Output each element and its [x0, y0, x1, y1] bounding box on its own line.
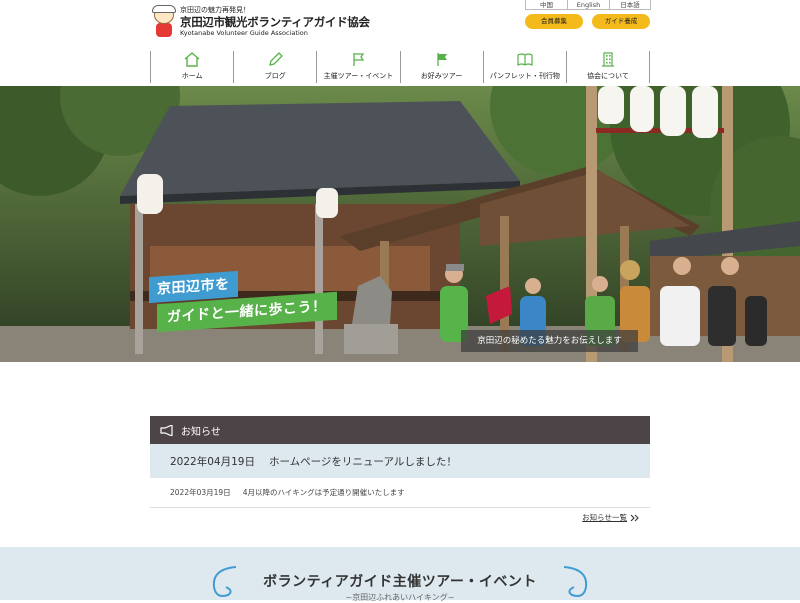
double-chevron-right-icon: [630, 514, 639, 521]
shrine-photo: [0, 86, 800, 362]
logo-subtitle: Kyotanabe Volunteer Guide Association: [180, 29, 308, 37]
global-nav: ホーム ブログ 主催ツアー・イベント お好みツアー パンフレット・刊行物 協会に…: [150, 51, 651, 83]
flag-icon: [353, 53, 365, 66]
news-header: お知らせ: [150, 416, 650, 444]
news-heading: お知らせ: [181, 426, 221, 438]
nav-item-about[interactable]: 協会について: [567, 51, 651, 83]
pencil-icon: [269, 52, 284, 66]
nav-item-custom-tour[interactable]: お好みツアー: [401, 51, 484, 83]
mascot-logo-icon: [152, 5, 176, 38]
news-title[interactable]: ホームページをリニューアルしました！: [269, 454, 457, 469]
logo-tagline: 京田辺の魅力再発見！: [180, 6, 250, 14]
language-switcher: 中国 English 日本語: [525, 0, 651, 10]
tour-section-title: ボランティアガイド主催ツアー・イベント: [263, 574, 537, 590]
tour-section: ボランティアガイド主催ツアー・イベント ~京田辺ふれあいハイキング~: [0, 547, 800, 602]
news-item[interactable]: 2022年03月19日 4月以降のハイキングは予定通り開催いたします: [150, 478, 650, 508]
home-icon: [184, 52, 200, 67]
tour-section-subtitle: ~京田辺ふれあいハイキング~: [345, 593, 455, 602]
member-recruit-button[interactable]: 会員募集: [525, 14, 583, 29]
guide-training-button[interactable]: ガイド養成: [592, 14, 650, 29]
lang-english[interactable]: English: [567, 0, 609, 10]
news-date: 2022年03月19日: [170, 488, 231, 497]
news-section: お知らせ 2022年04月19日 ホームページをリニューアルしました！ 2022…: [150, 416, 650, 522]
news-title[interactable]: 4月以降のハイキングは予定通り開催いたします: [243, 487, 405, 498]
flag-filled-icon: [436, 53, 447, 66]
news-item[interactable]: 2022年04月19日 ホームページをリニューアルしました！: [150, 444, 650, 478]
news-list-label: お知らせ一覧: [582, 513, 627, 522]
megaphone-icon: [160, 424, 173, 436]
news-date: 2022年04月19日: [170, 455, 255, 468]
lang-japanese[interactable]: 日本語: [609, 0, 651, 10]
nav-item-blog[interactable]: ブログ: [234, 51, 318, 83]
lang-chinese[interactable]: 中国: [525, 0, 567, 10]
site-header: 京田辺の魅力再発見！ 京田辺市観光ボランティアガイド協会 Kyotanabe V…: [0, 0, 800, 86]
logo-title: 京田辺市観光ボランティアガイド協会: [180, 15, 370, 29]
nav-item-tours-events[interactable]: 主催ツアー・イベント: [317, 51, 401, 83]
nav-item-pamphlets[interactable]: パンフレット・刊行物: [484, 51, 567, 83]
news-list-link[interactable]: お知らせ一覧: [582, 512, 640, 523]
site-logo[interactable]: 京田辺の魅力再発見！ 京田辺市観光ボランティアガイド協会 Kyotanabe V…: [152, 5, 392, 40]
hero-tagline-band: 京田辺の秘めたる魅力をお伝えします: [461, 330, 638, 352]
building-icon: [601, 52, 614, 67]
hero-banner: 京田辺市を ガイドと一緒に歩こう！ 京田辺の秘めたる魅力をお伝えします: [0, 86, 800, 362]
book-icon: [517, 53, 533, 66]
nav-item-home[interactable]: ホーム: [151, 51, 235, 83]
